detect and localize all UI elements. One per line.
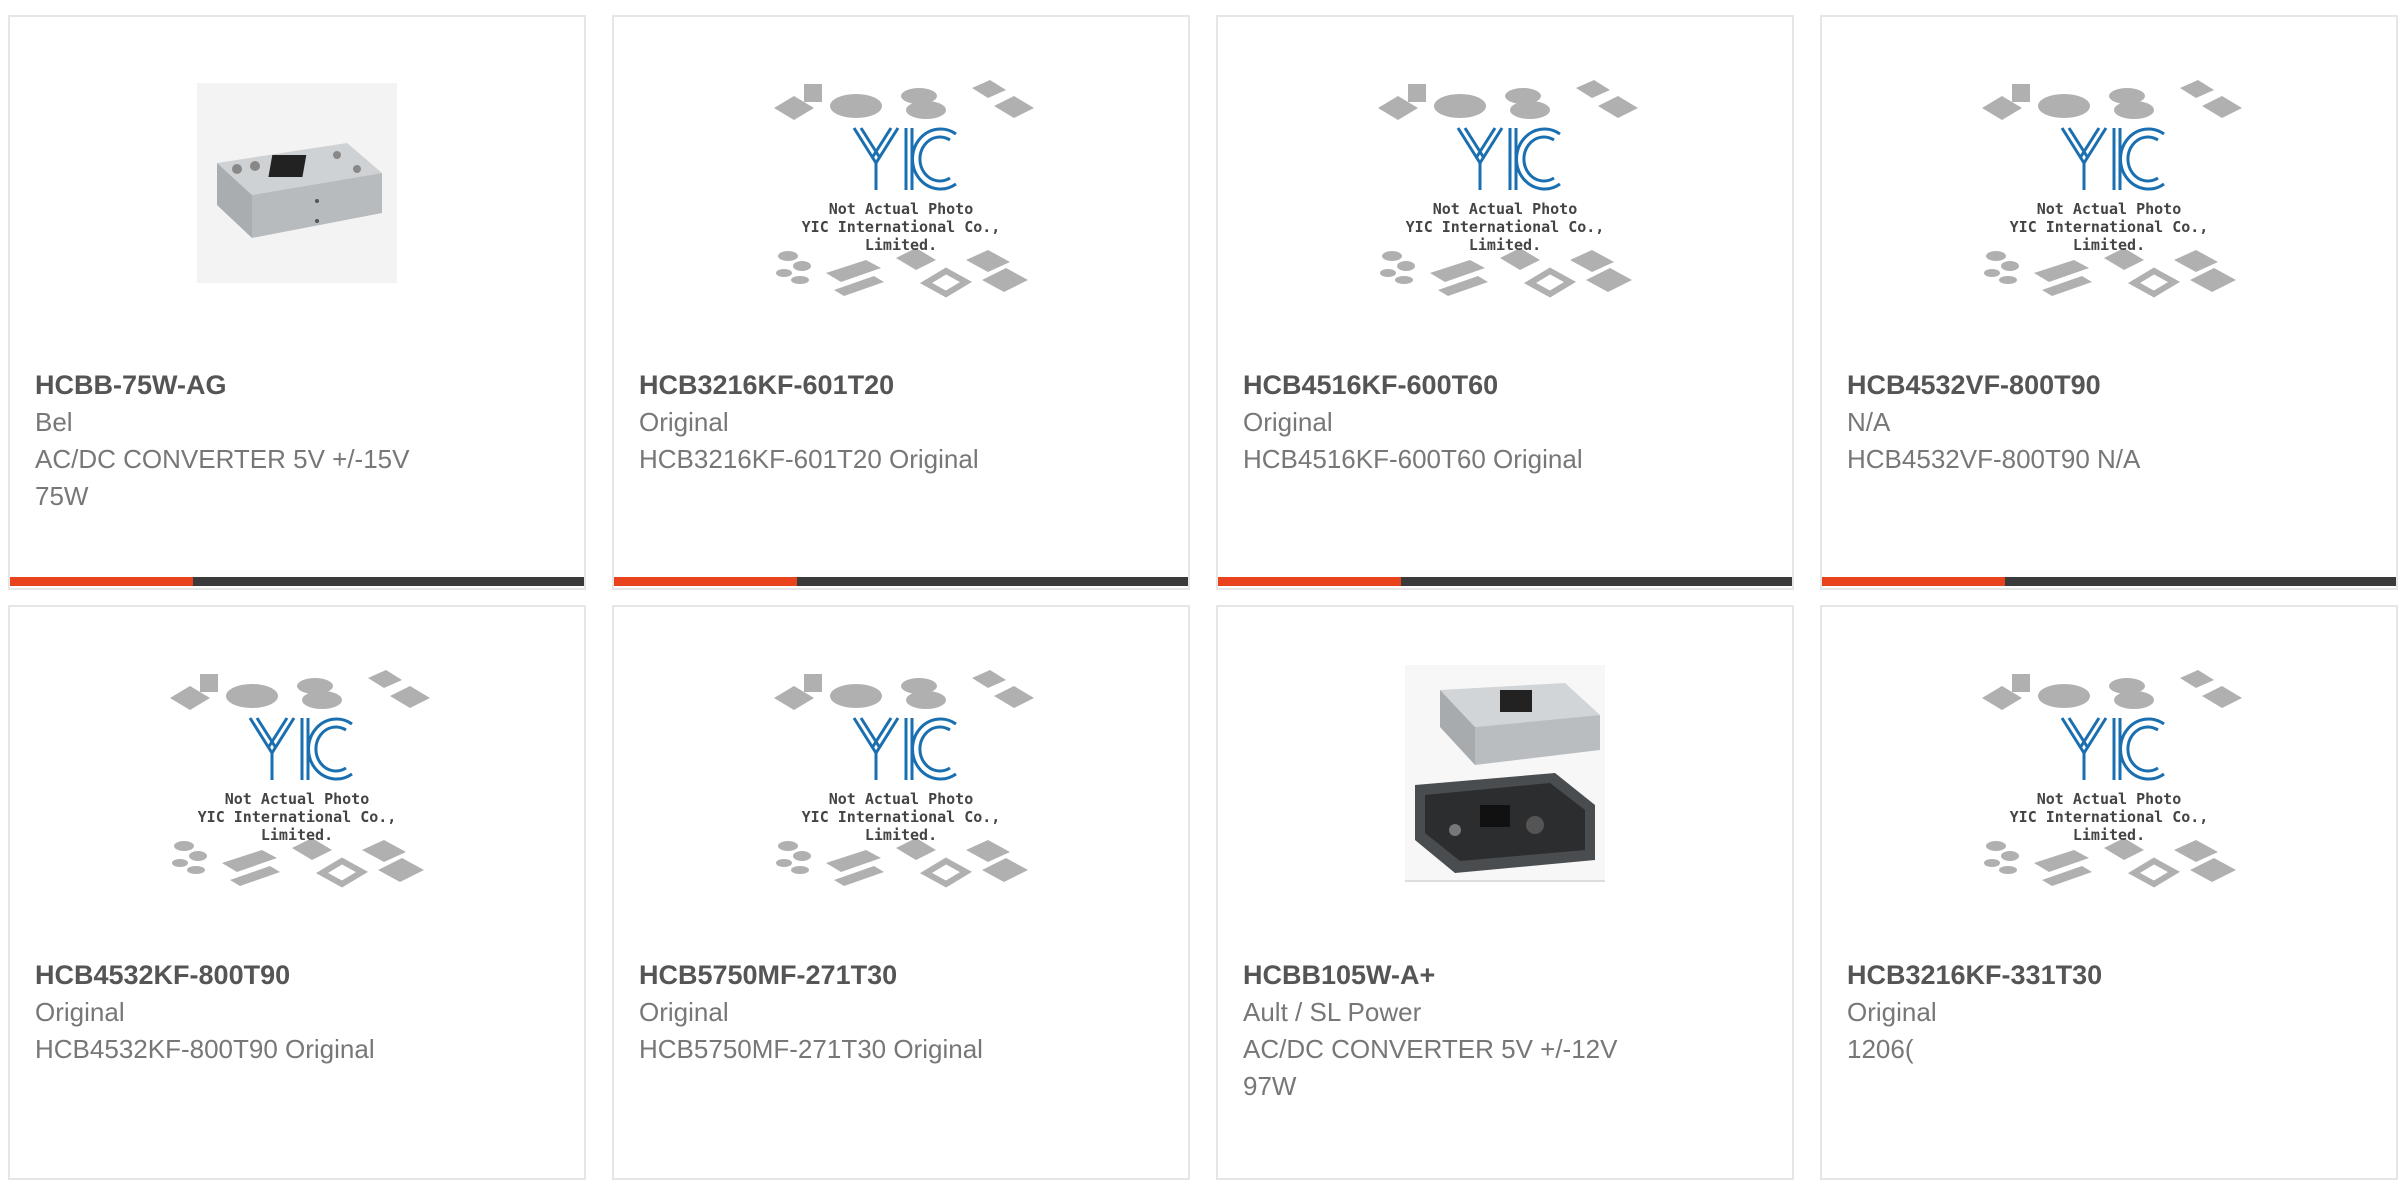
manufacturer: Ault / SL Power (1243, 997, 1422, 1027)
part-number[interactable]: HCB3216KF-601T20 (639, 367, 1163, 404)
description: 1206( (1847, 1034, 1914, 1064)
description: HCB3216KF-601T20 Original (639, 444, 979, 474)
card-bar (1218, 577, 1792, 586)
manufacturer: Original (1847, 997, 1937, 1027)
product-grid: HCBB-75W-AG Bel AC/DC CONVERTER 5V +/-15… (0, 0, 2400, 1180)
placeholder-image: Not Actual Photo YIC International Co., L… (162, 658, 432, 888)
description-cont: 75W (35, 481, 89, 511)
product-card[interactable]: Not Actual Photo YIC International Co., L… (8, 605, 586, 1180)
product-image[interactable]: Not Actual Photo YIC International Co., L… (1218, 75, 1792, 298)
manufacturer: Original (639, 407, 729, 437)
product-card[interactable]: HCBB-75W-AG Bel AC/DC CONVERTER 5V +/-15… (8, 15, 586, 590)
product-card[interactable]: Not Actual Photo YIC International Co., L… (1820, 15, 2398, 590)
product-image[interactable]: Not Actual Photo YIC International Co., L… (614, 665, 1188, 888)
description: AC/DC CONVERTER 5V +/-12V (1243, 1034, 1618, 1064)
placeholder-company: YIC International Co., Limited. (801, 808, 1001, 844)
card-bar (1822, 577, 2396, 586)
product-card[interactable]: Not Actual Photo YIC International Co., L… (612, 15, 1190, 590)
placeholder-text: Not Actual Photo (828, 790, 974, 808)
product-image[interactable]: Not Actual Photo YIC International Co., L… (1822, 665, 2396, 888)
description: HCB4532VF-800T90 N/A (1847, 444, 2141, 474)
card-bar-accent (1218, 577, 1401, 586)
product-card[interactable]: HCBB105W-A+ Ault / SL Power AC/DC CONVER… (1216, 605, 1794, 1180)
placeholder-image: Not Actual Photo YIC International Co., L… (766, 658, 1036, 888)
placeholder-image: Not Actual Photo YIC International Co., L… (1370, 68, 1640, 298)
description: HCB4516KF-600T60 Original (1243, 444, 1583, 474)
placeholder-text: Not Actual Photo (828, 200, 974, 218)
product-image[interactable]: Not Actual Photo YIC International Co., L… (614, 75, 1188, 298)
product-image[interactable]: Not Actual Photo YIC International Co., L… (10, 665, 584, 888)
product-image[interactable]: Not Actual Photo YIC International Co., L… (1822, 75, 2396, 298)
placeholder-image: Not Actual Photo YIC International Co., L… (766, 68, 1036, 298)
part-number[interactable]: HCB5750MF-271T30 (639, 957, 1163, 994)
manufacturer: Original (1243, 407, 1333, 437)
placeholder-image: Not Actual Photo YIC International Co., L… (1974, 658, 2244, 888)
manufacturer: Original (35, 997, 125, 1027)
card-bar-accent (1822, 577, 2005, 586)
part-number[interactable]: HCBB-75W-AG (35, 367, 559, 404)
placeholder-company: YIC International Co., Limited. (2009, 808, 2209, 844)
product-card[interactable]: Not Actual Photo YIC International Co., L… (1216, 15, 1794, 590)
product-image[interactable] (10, 75, 584, 291)
description-cont: 97W (1243, 1071, 1297, 1101)
part-number[interactable]: HCBB105W-A+ (1243, 957, 1767, 994)
placeholder-company: YIC International Co., Limited. (2009, 218, 2209, 254)
placeholder-text: Not Actual Photo (1432, 200, 1578, 218)
placeholder-company: YIC International Co., Limited. (197, 808, 397, 844)
placeholder-company: YIC International Co., Limited. (1405, 218, 1605, 254)
placeholder-text: Not Actual Photo (2036, 790, 2182, 808)
description: HCB5750MF-271T30 Original (639, 1034, 983, 1064)
placeholder-text: Not Actual Photo (2036, 200, 2182, 218)
description: AC/DC CONVERTER 5V +/-15V (35, 444, 410, 474)
manufacturer: N/A (1847, 407, 1891, 437)
manufacturer: Original (639, 997, 729, 1027)
product-image[interactable] (1218, 664, 1792, 882)
part-number[interactable]: HCB4516KF-600T60 (1243, 367, 1767, 404)
card-bar (10, 577, 584, 586)
placeholder-image: Not Actual Photo YIC International Co., L… (1974, 68, 2244, 298)
description: HCB4532KF-800T90 Original (35, 1034, 375, 1064)
open-frame-photo (1405, 664, 1605, 882)
manufacturer: Bel (35, 407, 73, 437)
placeholder-text: Not Actual Photo (224, 790, 370, 808)
part-number[interactable]: HCB3216KF-331T30 (1847, 957, 2371, 994)
product-card[interactable]: Not Actual Photo YIC International Co., L… (1820, 605, 2398, 1180)
card-bar (614, 577, 1188, 586)
part-number[interactable]: HCB4532VF-800T90 (1847, 367, 2371, 404)
product-card[interactable]: Not Actual Photo YIC International Co., L… (612, 605, 1190, 1180)
placeholder-company: YIC International Co., Limited. (801, 218, 1001, 254)
part-number[interactable]: HCB4532KF-800T90 (35, 957, 559, 994)
power-supply-photo (197, 83, 397, 283)
card-bar-accent (614, 577, 797, 586)
card-bar-accent (10, 577, 193, 586)
